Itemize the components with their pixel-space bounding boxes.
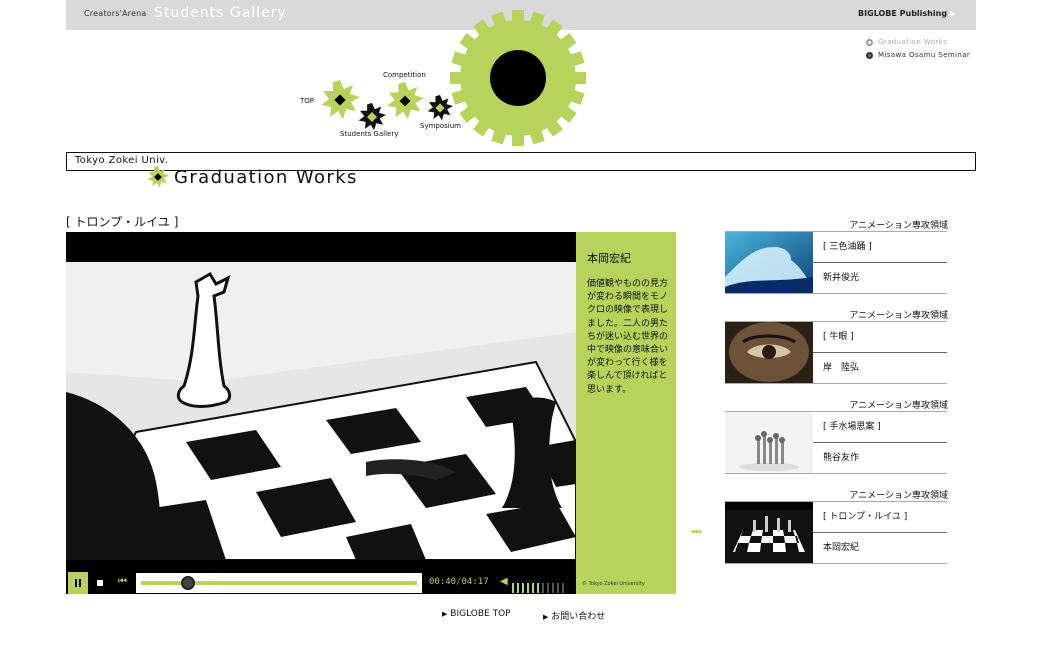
section-gear-icon <box>147 166 169 188</box>
nav-symposium[interactable]: Symposium <box>420 122 461 130</box>
nav-students-gallery[interactable]: Students Gallery <box>340 130 398 138</box>
chess-image <box>725 502 813 563</box>
work-card-author: 熊谷友作 <box>823 453 860 463</box>
footer-biglobe-top-link[interactable]: ▶ BIGLOBE TOP <box>442 609 511 619</box>
chess-scene-image <box>66 262 576 560</box>
section-title: Graduation Works <box>174 167 358 188</box>
time-current: 00:40 <box>429 577 457 587</box>
footer-contact-label: お問い合わせ <box>551 612 606 622</box>
work-description: 価値観やものの見方が変わる瞬間をモノクロの映像で表現しました。二人の男たちが迷い… <box>587 279 669 395</box>
publisher-label: BIGLOBE Publishing <box>858 9 948 18</box>
triangle-right-icon: ▶ <box>543 613 549 621</box>
bullet-circle-icon <box>866 38 873 46</box>
copyright: © Tokyo Zokei University <box>582 581 645 587</box>
brand-students-gallery[interactable]: Students Gallery <box>154 5 287 21</box>
skip-back-icon: ⏮ <box>118 576 127 587</box>
video-player[interactable]: ⏮ 00:40/04:17 ◀ <box>66 232 576 594</box>
nav-competition[interactable]: Competition <box>383 71 426 79</box>
stop-button[interactable] <box>90 572 110 594</box>
nav-students-gallery-gear-icon[interactable] <box>358 103 386 131</box>
work-card[interactable]: [ 牛眼 ] 岸 陸弘 <box>725 321 947 384</box>
thumbnail-wave-image <box>725 232 813 293</box>
pause-icon <box>75 579 77 587</box>
work-card[interactable]: [ 三色油踊 ] 新井俊光 <box>725 231 947 294</box>
seek-thumb[interactable] <box>180 576 195 590</box>
work-category: アニメーション専攻領域 <box>849 311 948 321</box>
current-indicator-arrows-icon: ◂◂◂ <box>690 527 702 537</box>
divider <box>813 532 947 533</box>
work-card-author: 新井俊光 <box>823 273 860 283</box>
work-card-title: [ 三色油踊 ] <box>823 242 872 252</box>
nav-top[interactable]: TOP <box>300 97 314 105</box>
university-name: Tokyo Zokei Univ. <box>75 155 169 166</box>
time-total: 04:17 <box>461 577 489 587</box>
work-card-author: 本岡宏紀 <box>823 543 860 553</box>
seek-bar[interactable] <box>136 573 422 593</box>
link-graduation-works[interactable]: Graduation Works <box>866 38 947 46</box>
link-misawa-seminar[interactable]: Misawa Osamu Seminar <box>866 51 970 59</box>
work-info-panel: 本岡宏紀 価値観やものの見方が変わる瞬間をモノクロの映像で表現しました。二人の男… <box>576 232 676 594</box>
volume-bars-icon <box>512 583 564 593</box>
divider <box>813 352 947 353</box>
work-category: アニメーション専攻領域 <box>849 491 948 501</box>
footer-biglobe-top-label: BIGLOBE TOP <box>450 609 511 619</box>
figures-image <box>725 412 813 473</box>
work-card-title: [ 手水場思案 ] <box>823 422 881 432</box>
pause-button[interactable] <box>68 572 88 594</box>
thumbnail-figures-image <box>725 412 813 473</box>
gear-logo-icon <box>450 10 586 146</box>
triangle-right-icon: ▶ <box>442 610 448 618</box>
thumbnail-chess-image <box>725 502 813 563</box>
nav-symposium-gear-icon[interactable] <box>427 95 453 121</box>
footer-contact-link[interactable]: ▶ お問い合わせ <box>543 609 605 622</box>
work-card-current[interactable]: [ トロンプ・ルイユ ] 本岡宏紀 <box>725 501 947 564</box>
divider <box>813 262 947 263</box>
link-misawa-seminar-label: Misawa Osamu Seminar <box>878 51 971 59</box>
publisher-link[interactable]: BIGLOBE Publishing ▶ <box>858 9 956 18</box>
work-category: アニメーション専攻領域 <box>849 401 948 411</box>
video-frame[interactable] <box>66 262 576 560</box>
bullet-circle-icon <box>866 51 873 59</box>
pause-icon-bar <box>79 579 81 587</box>
work-title: [ トロンプ・ルイユ ] <box>66 215 179 229</box>
thumbnail-eye-image <box>725 322 813 383</box>
work-card-title: [ トロンプ・ルイユ ] <box>823 512 908 522</box>
nav-competition-gear-icon[interactable] <box>386 82 424 120</box>
volume-icon[interactable]: ◀ <box>500 576 508 587</box>
time-display: 00:40/04:17 <box>429 577 489 587</box>
divider <box>813 442 947 443</box>
volume-slider[interactable] <box>512 578 570 593</box>
author-name: 本岡宏紀 <box>587 252 631 265</box>
nav-top-gear-icon[interactable] <box>320 80 360 120</box>
work-category: アニメーション専攻領域 <box>849 221 948 231</box>
chevron-right-icon: ▶ <box>949 9 956 18</box>
brand-creators-arena[interactable]: Creators'Arena <box>84 9 147 18</box>
rewind-button[interactable]: ⏮ <box>112 572 132 594</box>
link-graduation-works-label: Graduation Works <box>878 38 948 46</box>
stop-icon <box>97 580 103 586</box>
player-controls: ⏮ 00:40/04:17 ◀ <box>66 572 576 594</box>
wave-image <box>725 232 813 293</box>
work-card[interactable]: [ 手水場思案 ] 熊谷友作 <box>725 411 947 474</box>
work-card-author: 岸 陸弘 <box>823 363 860 373</box>
work-card-title: [ 牛眼 ] <box>823 332 854 342</box>
eye-image <box>725 322 813 383</box>
